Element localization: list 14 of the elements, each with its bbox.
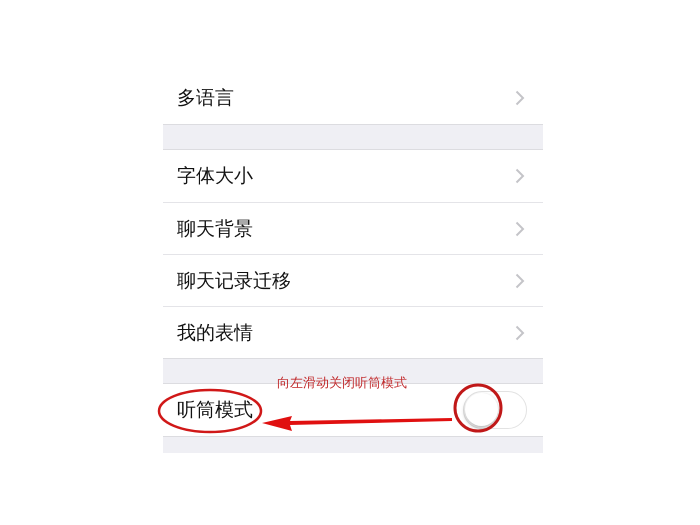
chevron-icon [515,272,525,288]
row-label: 听筒模式 [177,398,253,423]
chevron-icon [515,220,525,236]
row-label: 我的表情 [177,320,253,346]
row-label: 聊天背景 [177,216,253,242]
chevron-icon [515,324,525,340]
chevron-icon [515,168,525,184]
highlight-circle [454,384,502,432]
row-label: 聊天记录迁移 [177,268,291,294]
annotation-note: 向左滑动关闭听筒模式 [277,375,407,392]
row-label: 多语言 [177,86,234,111]
chevron-icon [515,90,525,106]
row-label: 字体大小 [177,164,253,189]
toggle-switch[interactable] [463,391,527,429]
